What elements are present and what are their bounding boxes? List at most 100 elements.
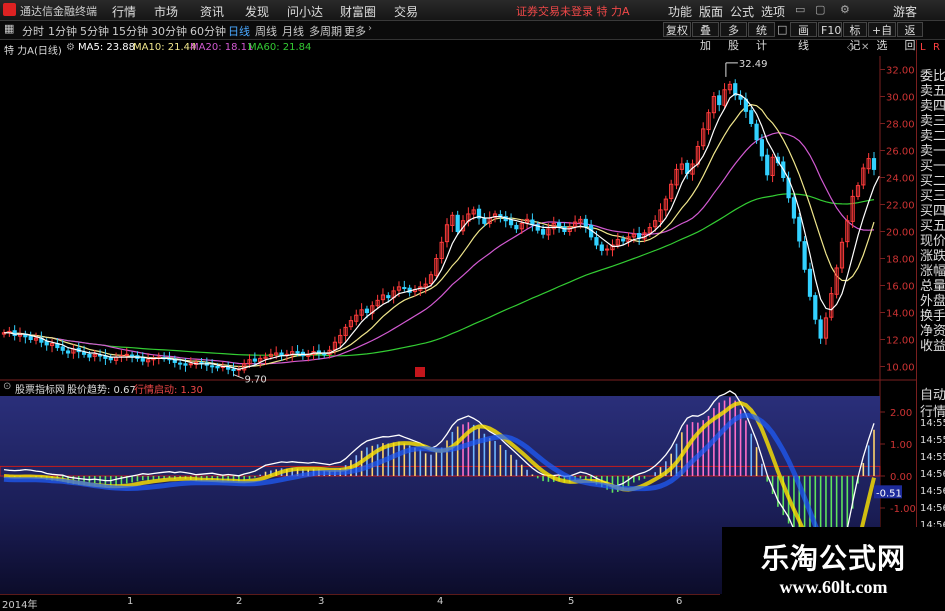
chevron-right-icon[interactable]: › [368, 23, 372, 34]
period-multi[interactable]: 多周期 [309, 23, 342, 39]
candle-body [188, 363, 193, 366]
price-tick-label: 24.00 [886, 174, 915, 185]
candle-body [129, 354, 135, 357]
indicator-tick-label: 0.00 [890, 472, 912, 483]
candle-body [514, 224, 519, 230]
watermark-url: www.60lt.com [779, 577, 888, 597]
time-axis: 2014年 1 2 3 4 5 6 [0, 594, 720, 611]
price-tick-label: 12.00 [886, 336, 915, 347]
trend-label: 股价趋势: 0.67 [67, 385, 136, 396]
period-30min[interactable]: 30分钟 [151, 23, 187, 39]
quote-label[interactable]: R [933, 42, 940, 53]
period-15min[interactable]: 15分钟 [112, 23, 148, 39]
candle-body [87, 353, 92, 358]
menu-gongneng[interactable]: 功能 [668, 3, 692, 20]
menu-gongshi[interactable]: 公式 [730, 3, 754, 20]
trade-login-alert[interactable]: 证券交易未登录 特 力A [516, 3, 630, 19]
menu-caifuquan[interactable]: 财富圈 [340, 3, 376, 20]
menu-hangqing[interactable]: 行情 [112, 3, 136, 20]
huaxian-button[interactable]: 画线 [790, 22, 817, 52]
f10-button[interactable]: F10 [818, 22, 842, 37]
guest-label[interactable]: 游客 [893, 3, 917, 20]
candle-body [28, 335, 33, 340]
title-bar: 通达信金融终端 行情 市场 资讯 发现 问小达 财富圈 交易 证券交易未登录 特… [0, 0, 945, 21]
side-panel-label[interactable]: 14:56 [920, 469, 945, 480]
candle-body [594, 237, 599, 246]
candle-body [754, 123, 759, 141]
candle-body [252, 358, 257, 362]
menu-zixun[interactable]: 资讯 [200, 3, 224, 20]
menu-faxian[interactable]: 发现 [245, 3, 269, 20]
side-panel-label[interactable]: 14:55 [920, 452, 945, 463]
restore-icon[interactable]: ▢ [815, 3, 825, 16]
quote-label[interactable]: L [920, 42, 926, 53]
price-tick-label: 22.00 [886, 201, 915, 212]
watermark-title: 乐淘公式网 [760, 542, 906, 575]
candle-body [540, 228, 546, 235]
ma5-label: MA5: 23.88 [78, 42, 136, 53]
candle-body [215, 366, 220, 369]
price-tick-label: 20.00 [886, 228, 915, 239]
side-panel-label[interactable]: 14:55 [920, 435, 945, 446]
indicator-settings-icon[interactable]: ⊙ [3, 381, 11, 392]
menu-xuanxiang[interactable]: 选项 [761, 3, 785, 20]
menu-banmian[interactable]: 版面 [699, 3, 723, 20]
back-button[interactable]: 返回 [897, 22, 923, 52]
period-more[interactable]: 更多 [344, 23, 366, 39]
stock-chart[interactable]: 32.00 30.00 28.00 26.00 24.00 22.00 20.00 18.00… [0, 56, 916, 594]
diamond-icon[interactable]: ◇ [847, 42, 855, 53]
candle-body [749, 110, 754, 124]
add-watchlist-button[interactable]: +自选 [868, 22, 896, 52]
period-monthly[interactable]: 月线 [282, 23, 304, 39]
close-icon[interactable]: ✕ [861, 42, 869, 53]
indicator-tick-label: 1.00 [890, 440, 912, 451]
tongji-button[interactable]: 统计 [748, 22, 775, 52]
diejia-button[interactable]: 叠加 [692, 22, 719, 52]
period-5min[interactable]: 5分钟 [80, 23, 109, 39]
candle-body [583, 218, 588, 227]
price-tick-label: 10.00 [886, 363, 915, 374]
candle-body [455, 214, 460, 233]
biaoji-button[interactable]: 标记 [843, 22, 867, 52]
candle-body [183, 363, 188, 366]
month-label: 4 [437, 596, 444, 607]
candle-body [717, 95, 722, 106]
grid-icon[interactable]: ▦ [4, 22, 14, 35]
fuquan-button[interactable]: 复权 [663, 22, 691, 37]
candle-body [871, 158, 877, 170]
event-marker-icon[interactable] [415, 367, 425, 377]
candle-body [81, 351, 87, 355]
candle-body [12, 330, 17, 336]
candle-body [65, 350, 71, 354]
duogu-button[interactable]: 多股 [720, 22, 747, 52]
period-weekly[interactable]: 周线 [255, 23, 277, 39]
quote-panel: L R 委比 卖五 卖四 卖三 卖二 卖一 买一 买二 买三 买四 买五 现价 涨跌 涨幅 总量 外盘 换手 净资 收益 [916, 40, 945, 380]
quote-label[interactable]: 收益 [920, 335, 945, 354]
settings-icon[interactable]: ⚙ [840, 3, 850, 16]
menu-jiaoyi[interactable]: 交易 [394, 3, 418, 20]
gear-icon[interactable]: ⚙ [66, 42, 75, 53]
indicator-name[interactable]: 股票指标网 [15, 381, 65, 396]
price-tick-label: 16.00 [886, 282, 915, 293]
month-label: 2 [236, 596, 243, 607]
period-1min[interactable]: 1分钟 [48, 23, 77, 39]
stock-label: 特 力A(日线) [4, 46, 62, 57]
candle-body [178, 362, 183, 365]
candle-body [482, 218, 487, 224]
candle-body [621, 238, 626, 242]
candle-body [322, 353, 327, 356]
candle-body [599, 244, 604, 251]
square-icon[interactable]: □ [777, 23, 787, 36]
menu-wenxiaoda[interactable]: 问小达 [287, 3, 323, 20]
side-panel-label[interactable]: 14:56 [920, 503, 945, 514]
menu-shichang[interactable]: 市场 [154, 3, 178, 20]
side-panel-label[interactable]: 14:56 [920, 486, 945, 497]
candle-body [818, 319, 823, 339]
period-daily[interactable]: 日线 [228, 23, 250, 39]
period-60min[interactable]: 60分钟 [190, 23, 226, 39]
period-fenshi[interactable]: 分时 [22, 23, 44, 39]
side-panel-label[interactable]: 14:55 [920, 418, 945, 429]
minimize-icon[interactable]: ▭ [795, 3, 805, 16]
ma20-label: MA20: 18.11 [190, 42, 254, 53]
candle-body [807, 268, 813, 297]
